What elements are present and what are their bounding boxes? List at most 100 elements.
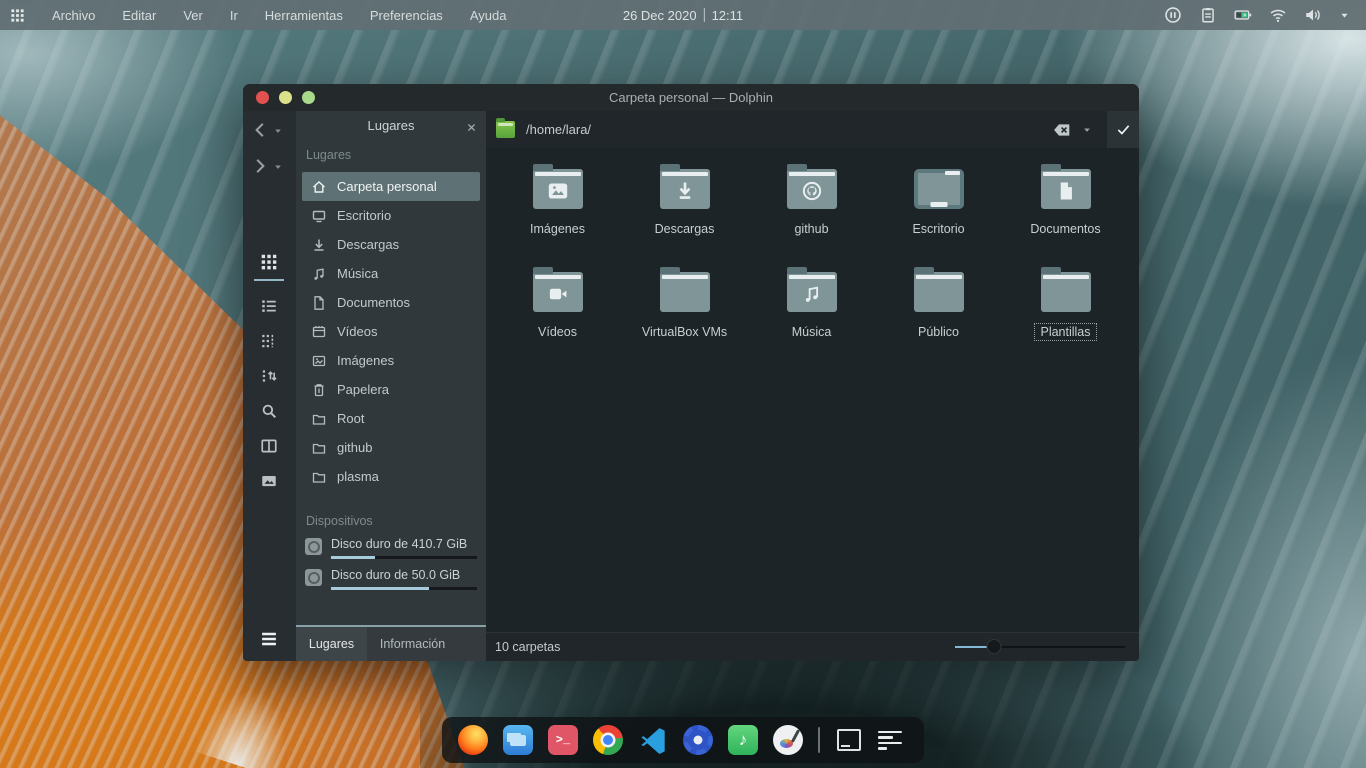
tab-informacion[interactable]: Información [367,627,458,661]
folder-icon [787,272,837,312]
place-label: Música [337,266,378,281]
place-item-plasma[interactable]: plasma [302,462,480,491]
document-emblem-icon [1055,181,1076,202]
details-view-button[interactable] [260,297,278,315]
close-button[interactable] [256,91,269,104]
window-outline-icon[interactable] [837,729,861,751]
sort-button[interactable] [260,367,278,385]
folder-view[interactable]: Imágenes Descargas github Escritorio [486,148,1139,632]
menu-editar[interactable]: Editar [122,8,156,23]
chrome-icon[interactable] [593,725,623,755]
status-text: 10 carpetas [495,640,560,654]
place-item-papelera[interactable]: Papelera [302,375,480,404]
vscode-icon[interactable] [638,725,668,755]
github-emblem-icon [801,181,822,202]
back-history-caret-icon[interactable] [273,126,283,136]
icons-view-button[interactable] [260,253,278,271]
folder-item-plantillas[interactable]: Plantillas [1002,263,1129,340]
volume-icon[interactable] [1304,6,1322,24]
clock-separator [704,8,705,22]
download-emblem-icon [674,181,695,202]
location-path[interactable]: /home/lara/ [526,122,591,137]
tab-lugares[interactable]: Lugares [296,627,367,661]
folder-item-github[interactable]: github [748,160,875,237]
search-button[interactable] [260,402,278,420]
place-label: Root [337,411,364,426]
folder-grid-row: Imágenes Descargas github Escritorio [494,160,1129,237]
folder-item-escritorio[interactable]: Escritorio [875,160,1002,237]
clock[interactable]: 26 Dec 2020 12:11 [623,8,743,23]
split-view-button[interactable] [260,437,278,455]
place-item-musica[interactable]: Música [302,259,480,288]
folder-item-documentos[interactable]: Documentos [1002,160,1129,237]
music-player-icon[interactable]: ♪ [728,725,758,755]
file-manager-icon[interactable] [503,725,533,755]
folder-item-descargas[interactable]: Descargas [621,160,748,237]
forward-history-caret-icon[interactable] [273,162,283,172]
folder-grid-row: Vídeos VirtualBox VMs Música Público [494,263,1129,340]
status-bar: 10 carpetas [486,632,1139,661]
minimize-button[interactable] [279,91,292,104]
location-dropdown-caret-icon[interactable] [1082,125,1092,135]
folder-icon [311,469,327,485]
back-button[interactable] [251,121,269,139]
paint-icon[interactable] [773,725,803,755]
clear-location-icon[interactable] [1053,121,1071,139]
menu-ver[interactable]: Ver [183,8,203,23]
place-item-descargas[interactable]: Descargas [302,230,480,259]
accept-location-button[interactable] [1107,111,1139,148]
harddisk-icon [305,538,322,555]
folder-item-imagenes[interactable]: Imágenes [494,160,621,237]
folder-item-videos[interactable]: Vídeos [494,263,621,340]
place-item-root[interactable]: Root [302,404,480,433]
folder-green-icon[interactable] [496,121,515,138]
place-item-github[interactable]: github [302,433,480,462]
menu-ir[interactable]: Ir [230,8,238,23]
document-icon [311,295,327,311]
wifi-icon[interactable] [1269,6,1287,24]
folder-item-virtualbox-vms[interactable]: VirtualBox VMs [621,263,748,340]
place-item-escritorio[interactable]: Escritorio [302,201,480,230]
pause-icon[interactable] [1164,6,1182,24]
caret-down-icon[interactable] [1339,10,1350,21]
zoom-slider[interactable] [955,639,1125,655]
system-settings-icon[interactable] [683,725,713,755]
music-icon [311,266,327,282]
place-item-videos[interactable]: Vídeos [302,317,480,346]
compact-view-button[interactable] [260,332,278,350]
folder-icon [533,272,583,312]
panel-close-icon[interactable] [466,120,477,131]
terminal-icon[interactable]: >_ [548,725,578,755]
home-icon [311,179,327,195]
device-item-disk2[interactable]: Disco duro de 50.0 GiB [305,568,477,590]
battery-charging-icon[interactable] [1234,6,1252,24]
desktop-icon [311,208,327,224]
menu-ayuda[interactable]: Ayuda [470,8,507,23]
place-label: Escritorio [337,208,391,223]
place-item-documentos[interactable]: Documentos [302,288,480,317]
folder-icon [660,272,710,312]
device-usage-fill [331,556,375,559]
folder-label: Descargas [650,221,720,237]
titlebar[interactable]: Carpeta personal — Dolphin [243,84,1139,111]
menu-preferencias[interactable]: Preferencias [370,8,443,23]
toolbar-right [1053,111,1139,148]
clipboard-icon[interactable] [1199,6,1217,24]
menu-hamburger-button[interactable] [259,629,279,649]
place-item-carpeta-personal[interactable]: Carpeta personal [302,172,480,201]
folder-item-musica[interactable]: Música [748,263,875,340]
folder-label: Plantillas [1035,324,1095,340]
folder-item-publico[interactable]: Público [875,263,1002,340]
place-item-imagenes[interactable]: Imágenes [302,346,480,375]
forward-button[interactable] [251,157,269,175]
menu-archivo[interactable]: Archivo [52,8,95,23]
firefox-icon[interactable] [458,725,488,755]
menu-herramientas[interactable]: Herramientas [265,8,343,23]
device-label: Disco duro de 410.7 GiB [331,537,477,551]
preview-button[interactable] [260,472,278,490]
maximize-button[interactable] [302,91,315,104]
app-grid-icon[interactable] [10,8,25,23]
notes-icon[interactable] [878,725,908,755]
device-item-disk1[interactable]: Disco duro de 410.7 GiB [305,537,477,559]
zoom-slider-handle[interactable] [987,639,1002,654]
